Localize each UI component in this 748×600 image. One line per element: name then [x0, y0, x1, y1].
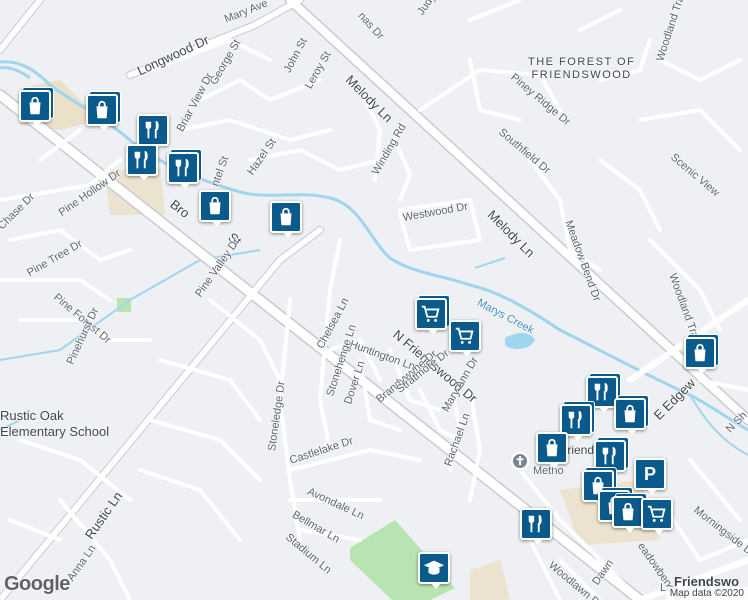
restaurant-icon[interactable]: [167, 152, 199, 189]
map-canvas[interactable]: THE FOREST OF FRIENDSWOOD Rustic Oak Ele…: [0, 0, 748, 600]
shopping-bag-icon[interactable]: [536, 432, 568, 469]
area-label-forest-of-friendswood: THE FOREST OF FRIENDSWOOD: [528, 56, 636, 81]
restaurant-icon[interactable]: [137, 114, 169, 151]
grocery-cart-icon[interactable]: [415, 298, 447, 335]
map-attribution[interactable]: Map data ©2020: [665, 587, 748, 600]
restaurant-icon[interactable]: [520, 508, 552, 545]
google-logo: Google: [4, 573, 70, 595]
school-icon[interactable]: [418, 552, 450, 589]
grocery-cart-icon[interactable]: [641, 498, 673, 535]
shopping-bag-icon[interactable]: [199, 190, 231, 227]
shopping-bag-icon[interactable]: [86, 94, 118, 131]
shopping-bag-icon[interactable]: [612, 496, 644, 533]
restaurant-icon[interactable]: [594, 440, 626, 477]
church-icon[interactable]: ✝: [511, 452, 529, 470]
shopping-bag-icon[interactable]: [684, 337, 716, 374]
school-label: Rustic Oak Elementary School: [0, 408, 110, 439]
grocery-cart-icon[interactable]: [449, 320, 481, 357]
parking-icon[interactable]: P: [634, 458, 666, 495]
restaurant-icon[interactable]: [126, 144, 158, 181]
shopping-bag-icon[interactable]: [19, 90, 51, 127]
shopping-bag-icon[interactable]: [270, 201, 302, 238]
shopping-bag-icon[interactable]: [614, 398, 646, 435]
